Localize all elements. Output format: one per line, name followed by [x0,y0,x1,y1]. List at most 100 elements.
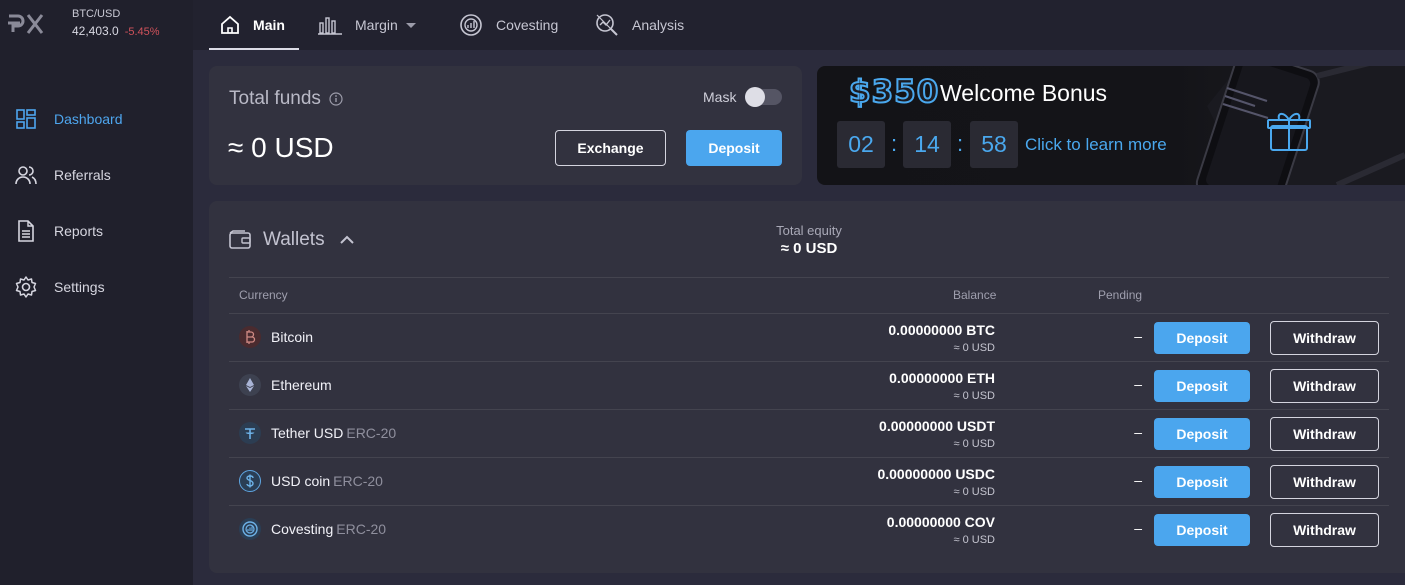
sidebar-item-label: Reports [54,223,104,239]
deposit-button[interactable]: Deposit [1154,466,1250,498]
covesting-coin-icon [239,518,261,540]
column-header-pending: Pending [1098,288,1143,302]
tab-margin-label: Margin [355,17,398,33]
bonus-title: Welcome Bonus [940,80,1108,106]
tab-main-label: Main [253,17,285,33]
column-header-currency: Currency [239,288,288,302]
withdraw-button[interactable]: Withdraw [1270,417,1379,451]
total-equity-value: ≈ 0 USD [780,240,838,257]
balance-amount: 0.00000000 USDT [879,418,995,434]
sidebar-item-label: Settings [54,279,105,295]
wallets-title: Wallets [263,229,325,250]
sidebar: Dashboard Referrals Reports Settings [0,50,193,585]
bar-chart-icon [317,14,343,36]
balance-amount: 0.00000000 BTC [888,322,995,338]
mask-label: Mask [703,89,737,105]
table-row: Tether USD ERC-20 0.00000000 USDT ≈ 0 USD… [229,409,1389,457]
ticker-price: 42,403.0 -5.45% [72,24,160,38]
balance-usd: ≈ 0 USD [953,486,996,498]
mask-toggle[interactable] [745,87,782,107]
balance-amount: 0.00000000 ETH [889,370,995,386]
total-funds-amount: ≈ 0 USD [228,132,334,163]
balance-usd: ≈ 0 USD [953,390,996,402]
usd-coin-icon [239,470,261,492]
tab-covesting-label: Covesting [496,17,559,33]
total-equity-label: Total equity [776,223,842,238]
tab-main[interactable]: Main [209,0,299,50]
deposit-button[interactable]: Deposit [686,130,782,166]
total-funds-card: Total funds ≈ 0 USD Mask Exchange Deposi… [209,66,802,185]
timer-seconds: 58 [970,121,1018,168]
coin-network: ERC-20 [333,473,383,489]
mask-toggle-knob [745,87,765,107]
coin-name: Covesting ERC-20 [271,521,386,537]
coin-name: USD coin ERC-20 [271,473,383,489]
deposit-button[interactable]: Deposit [1154,370,1250,402]
pending-amount: – [1134,520,1142,536]
sidebar-item-settings[interactable]: Settings [14,274,105,300]
logo-area: BTC/USD 42,403.0 -5.45% [0,0,193,50]
covesting-icon [458,12,484,38]
table-row: Covesting ERC-20 0.00000000 COV ≈ 0 USD –… [229,505,1389,553]
wallet-icon [229,230,251,250]
gear-icon [14,275,38,299]
pending-amount: – [1134,328,1142,344]
tab-analysis[interactable]: Analysis [594,0,684,50]
pending-amount: – [1134,376,1142,392]
withdraw-button[interactable]: Withdraw [1270,321,1379,355]
deposit-button[interactable]: Deposit [1154,322,1250,354]
bonus-amount: $350 [848,73,940,111]
deposit-button[interactable]: Deposit [1154,514,1250,546]
tab-covesting[interactable]: Covesting [458,0,558,50]
coin-name: Tether USD ERC-20 [271,425,396,441]
chevron-up-icon[interactable] [339,235,355,245]
sidebar-item-reports[interactable]: Reports [14,218,103,244]
withdraw-button[interactable]: Withdraw [1270,465,1379,499]
timer-separator: : [957,131,964,156]
ticker-pair: BTC/USD [72,8,121,20]
sidebar-item-label: Dashboard [54,111,123,127]
coin-network: ERC-20 [346,425,397,441]
users-icon [14,163,38,187]
dashboard-icon [14,107,38,131]
tab-margin[interactable]: Margin [317,0,416,50]
coin-name-label: Ethereum [271,377,332,393]
info-icon[interactable] [329,92,343,106]
coin-name-label: Tether USD [271,425,344,441]
balance-usd: ≈ 0 USD [953,438,996,450]
wallets-header[interactable]: Wallets [229,229,355,251]
home-icon [219,14,241,36]
welcome-bonus-banner[interactable]: $350 Welcome Bonus 02 : 14 : 58 Click to… [817,66,1405,185]
column-header-balance: Balance [953,288,997,302]
timer-hours: 02 [837,121,885,168]
learn-more-link[interactable]: Click to learn more [1025,135,1167,155]
sidebar-item-dashboard[interactable]: Dashboard [14,106,123,132]
top-bar: BTC/USD 42,403.0 -5.45% Main Margin Coves… [0,0,1405,50]
timer-separator: : [891,131,898,156]
sidebar-item-referrals[interactable]: Referrals [14,162,111,188]
tab-analysis-label: Analysis [632,17,685,33]
exchange-button[interactable]: Exchange [555,130,666,166]
ticker-price-value: 42,403.0 [72,24,119,38]
balance-amount: 0.00000000 USDC [877,466,995,482]
primexbt-logo[interactable] [6,10,46,43]
pending-amount: – [1134,424,1142,440]
table-row: USD coin ERC-20 0.00000000 USDC ≈ 0 USD –… [229,457,1389,505]
analysis-icon [594,12,620,38]
chevron-down-icon [405,22,416,28]
timer-minutes: 14 [903,121,951,168]
sidebar-item-label: Referrals [54,167,111,183]
withdraw-button[interactable]: Withdraw [1270,513,1379,547]
divider [229,277,1389,278]
balance-usd: ≈ 0 USD [953,534,996,546]
balance-amount: 0.00000000 COV [886,514,995,530]
coin-network: ERC-20 [336,521,387,537]
wallets-card: Wallets Total equity ≈ 0 USD Currency Ba… [209,201,1405,573]
coin-name: Bitcoin [271,329,313,345]
pending-amount: – [1134,472,1142,488]
balance-usd: ≈ 0 USD [953,342,996,354]
total-funds-title: Total funds [229,88,343,110]
withdraw-button[interactable]: Withdraw [1270,369,1379,403]
total-funds-label: Total funds [229,88,321,109]
deposit-button[interactable]: Deposit [1154,418,1250,450]
